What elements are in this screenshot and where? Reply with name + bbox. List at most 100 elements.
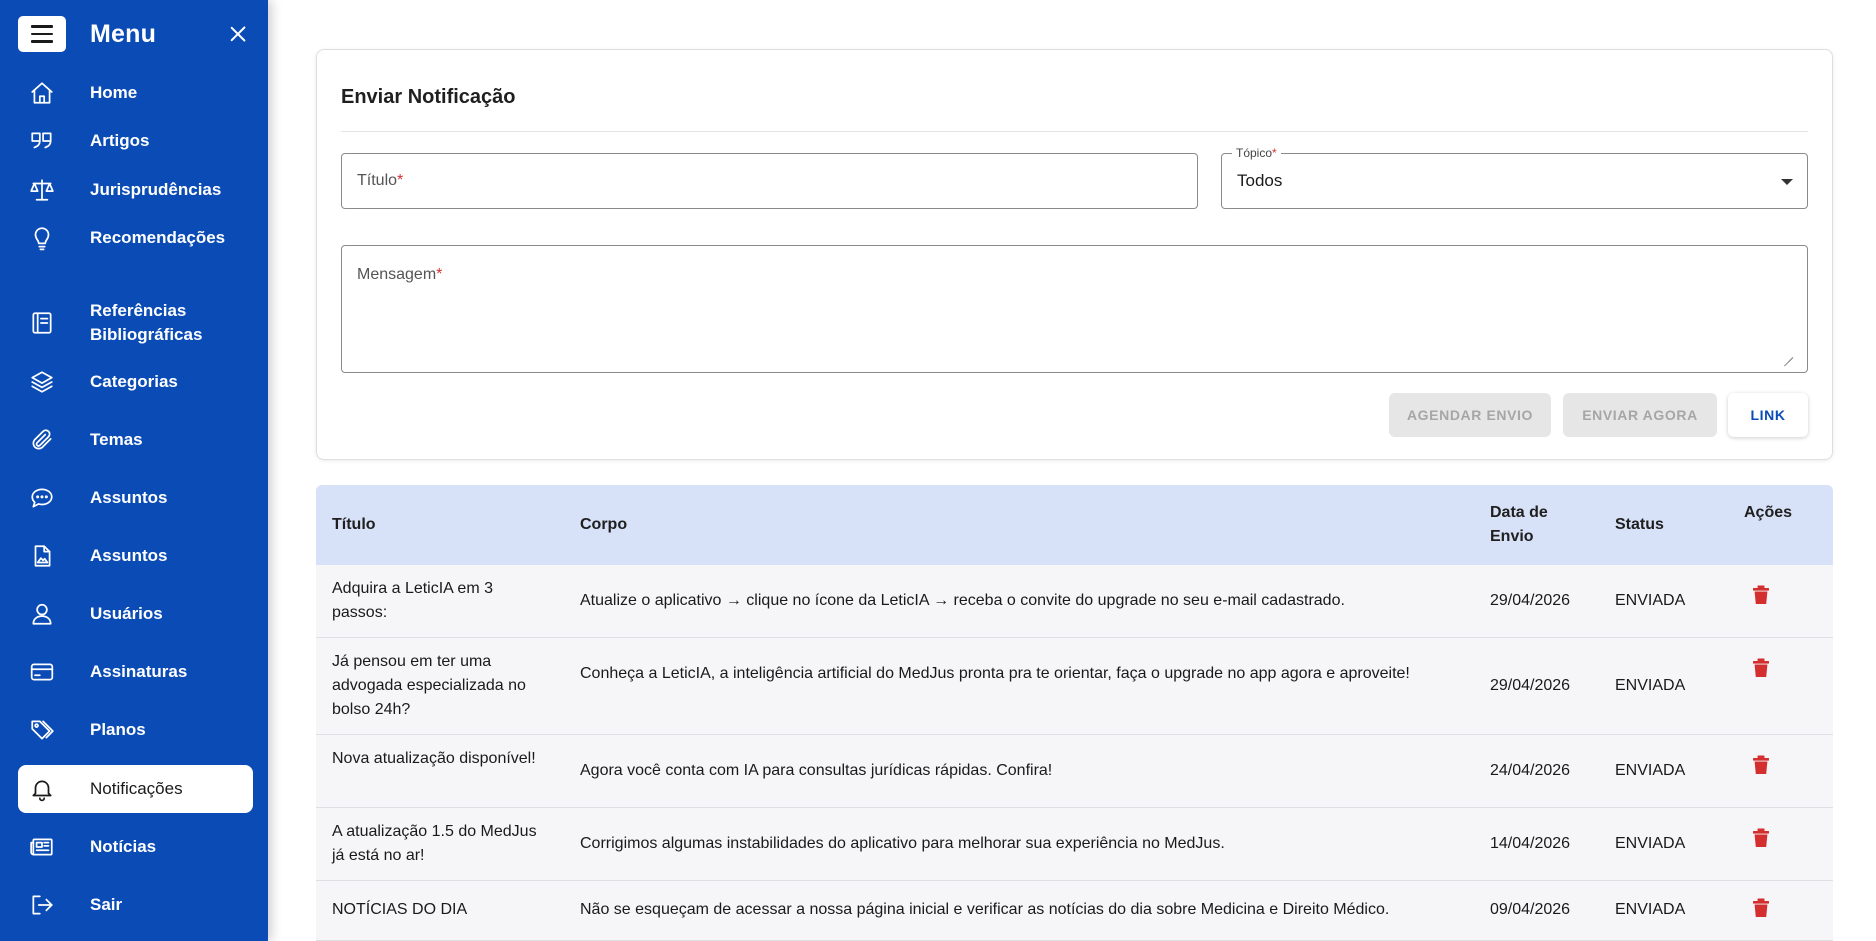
sidebar-item-recomendacoes[interactable]: Recomendações <box>18 214 253 262</box>
delete-button[interactable] <box>1752 755 1792 775</box>
delete-button[interactable] <box>1752 828 1792 848</box>
cell-corpo: Atualize o aplicativo → clique no ícone … <box>580 592 1345 609</box>
home-icon <box>18 80 66 106</box>
titulo-placeholder-text: Título <box>357 172 398 189</box>
card-title: Enviar Notificação <box>341 86 516 108</box>
cell-titulo: Já pensou em ter uma advogada especializ… <box>332 653 526 718</box>
cell-data: 09/04/2026 <box>1490 901 1571 918</box>
tags-icon <box>18 717 66 743</box>
sidebar-item-categorias[interactable]: Categorias <box>18 358 253 406</box>
topico-value: Todos <box>1237 171 1283 190</box>
close-icon[interactable] <box>226 22 250 46</box>
bell-icon <box>18 776 66 802</box>
send-notification-card: Enviar Notificação Título* Tópico* Todos… <box>316 49 1833 460</box>
chat-bubble-icon <box>18 485 66 511</box>
credit-card-icon <box>18 659 66 685</box>
sidebar-item-label: Assinaturas <box>90 662 188 681</box>
table-header: Título Corpo Data de Envio Status Ações <box>316 485 1833 565</box>
enviar-agora-button[interactable]: ENVIAR AGORA <box>1563 393 1717 437</box>
cell-titulo: NOTÍCIAS DO DIA <box>332 901 468 918</box>
quote-icon <box>18 128 66 154</box>
agendar-envio-button[interactable]: AGENDAR ENVIO <box>1389 393 1551 437</box>
mensagem-placeholder: Mensagem* <box>357 266 442 284</box>
cell-titulo: Nova atualização disponível! <box>332 750 536 767</box>
logout-icon <box>18 892 66 918</box>
sidebar-item-planos[interactable]: Planos <box>18 706 253 754</box>
menu-title: Menu <box>90 19 157 48</box>
trash-icon <box>1753 585 1769 604</box>
user-icon <box>18 601 66 627</box>
sidebar-item-jurisprudencias[interactable]: Jurisprudências <box>18 166 253 214</box>
sidebar-item-usuarios[interactable]: Usuários <box>18 590 253 638</box>
sidebar-item-assuntos-1[interactable]: Assuntos <box>18 474 253 522</box>
hamburger-menu-icon[interactable] <box>18 16 66 52</box>
book-icon <box>18 310 66 336</box>
layers-icon <box>18 369 66 395</box>
sidebar-item-label: Referências Bibliográficas <box>90 301 203 344</box>
sidebar-item-label: Jurisprudências <box>90 180 222 199</box>
header-corpo: Corpo <box>580 516 628 533</box>
table-row: Adquira a LeticIA em 3 passos: Atualize … <box>316 565 1833 638</box>
sidebar-item-notificacoes[interactable]: Notificações <box>18 765 253 813</box>
sidebar-item-label: Notícias <box>90 837 157 856</box>
trash-icon <box>1753 898 1769 917</box>
mensagem-textarea[interactable]: Mensagem* <box>341 245 1808 373</box>
delete-button[interactable] <box>1752 898 1792 918</box>
trash-icon <box>1753 658 1769 677</box>
cell-titulo: A atualização 1.5 do MedJus já está no a… <box>332 823 537 864</box>
table-row: Nova atualização disponível! Agora você … <box>316 735 1833 808</box>
cell-data: 14/04/2026 <box>1490 835 1571 852</box>
sidebar-item-home[interactable]: Home <box>18 69 253 117</box>
sidebar-item-noticias[interactable]: Notícias <box>18 823 253 871</box>
sidebar-header: Menu <box>18 16 250 52</box>
topico-label: Tópico* <box>1232 146 1281 160</box>
sidebar-item-label: Artigos <box>90 131 150 150</box>
cell-corpo: Agora você conta com IA para consultas j… <box>580 762 1053 779</box>
topico-select[interactable]: Tópico* Todos <box>1221 146 1808 209</box>
titulo-input[interactable]: Título* <box>341 153 1198 209</box>
sidebar-item-assinaturas[interactable]: Assinaturas <box>18 648 253 696</box>
sidebar-item-assuntos-2[interactable]: Assuntos <box>18 532 253 580</box>
notifications-table: Título Corpo Data de Envio Status Ações … <box>316 485 1833 941</box>
cell-titulo: Adquira a LeticIA em 3 passos: <box>332 580 493 621</box>
cell-status: ENVIADA <box>1615 901 1686 918</box>
cell-data: 24/04/2026 <box>1490 762 1571 779</box>
header-status: Status <box>1615 516 1664 533</box>
sidebar-item-label: Home <box>90 83 138 102</box>
sidebar-item-sair[interactable]: Sair <box>18 881 253 929</box>
sidebar-item-label: Usuários <box>90 604 163 623</box>
sidebar-item-label: Assuntos <box>90 546 168 565</box>
cell-data: 29/04/2026 <box>1490 677 1571 694</box>
sidebar-item-label: Assuntos <box>90 488 168 507</box>
delete-button[interactable] <box>1752 585 1792 605</box>
sidebar-item-label: Sair <box>90 895 123 914</box>
required-mark: * <box>397 172 404 189</box>
mensagem-placeholder-text: Mensagem <box>357 266 437 283</box>
sidebar-item-temas[interactable]: Temas <box>18 416 253 464</box>
topico-label-text: Tópico <box>1236 146 1273 160</box>
cell-status: ENVIADA <box>1615 762 1686 779</box>
delete-button[interactable] <box>1752 658 1792 678</box>
newspaper-icon <box>18 834 66 860</box>
lightbulb-icon <box>18 225 66 251</box>
header-titulo: Título <box>332 516 376 533</box>
link-button[interactable]: LINK <box>1728 393 1808 437</box>
table-row: Já pensou em ter uma advogada especializ… <box>316 638 1833 735</box>
paperclip-icon <box>18 427 66 453</box>
sidebar: Menu Home Artigos Jurisprudências Recome… <box>0 0 268 941</box>
sidebar-item-label: Notificações <box>90 779 183 798</box>
chevron-down-icon <box>1781 179 1793 185</box>
cell-corpo: Não se esqueçam de acessar a nossa págin… <box>580 901 1390 918</box>
required-mark: * <box>436 266 443 283</box>
sidebar-item-referencias[interactable]: Referências Bibliográficas <box>18 299 253 347</box>
document-image-icon <box>18 543 66 569</box>
sidebar-item-artigos[interactable]: Artigos <box>18 117 253 165</box>
table-row: NOTÍCIAS DO DIA Não se esqueçam de acess… <box>316 881 1833 941</box>
trash-icon <box>1753 755 1769 774</box>
cell-status: ENVIADA <box>1615 835 1686 852</box>
cell-corpo: Corrigimos algumas instabilidades do apl… <box>580 835 1225 852</box>
sidebar-item-label: Temas <box>90 430 143 449</box>
cell-data: 29/04/2026 <box>1490 592 1571 609</box>
resize-handle-icon[interactable] <box>1783 348 1793 358</box>
trash-icon <box>1753 828 1769 847</box>
